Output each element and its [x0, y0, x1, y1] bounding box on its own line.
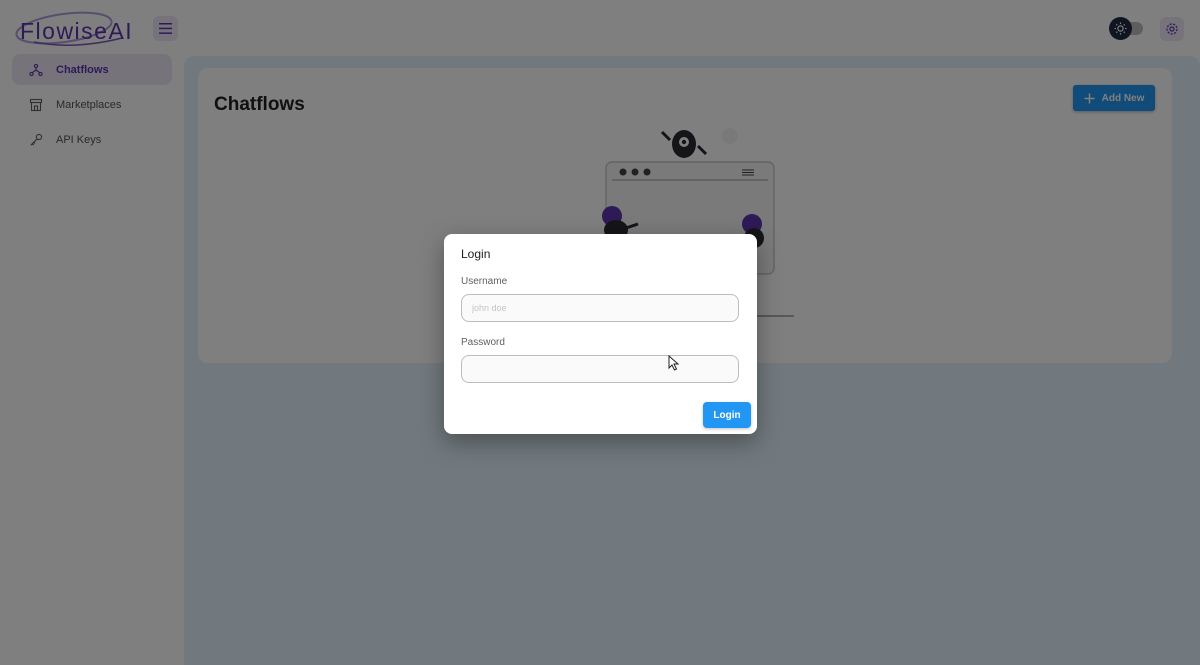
password-input[interactable] [461, 355, 739, 383]
username-label: Username [461, 276, 508, 287]
login-button[interactable]: Login [703, 402, 751, 428]
dialog-title: Login [461, 247, 491, 261]
mouse-cursor-icon [668, 355, 680, 371]
password-label: Password [461, 337, 505, 348]
login-dialog: Login Username Password Login [444, 234, 757, 434]
username-input[interactable] [461, 294, 739, 322]
